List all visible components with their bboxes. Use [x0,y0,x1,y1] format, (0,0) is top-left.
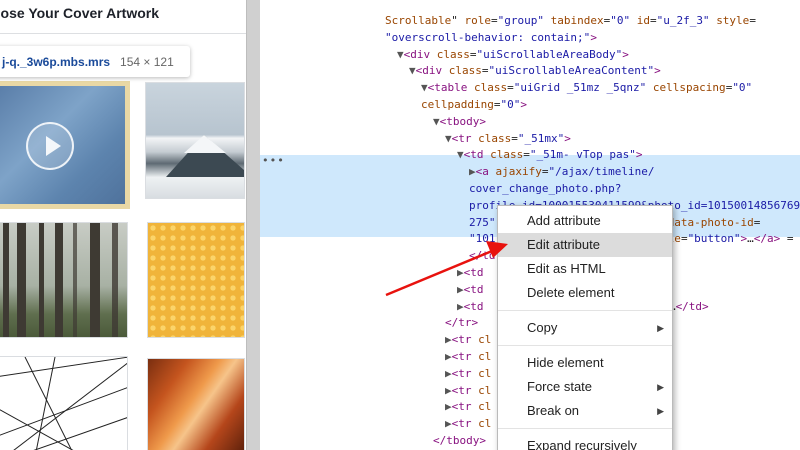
dom-node-line[interactable]: ▼<td class="_51m- vTop pas"> [457,147,642,163]
dom-node-line[interactable]: ▶<tr cl [445,416,491,432]
dom-node-line[interactable]: Scrollable" role="group" tabindex="0" id… [385,13,756,29]
dom-node-line[interactable]: ▼<table class="uiGrid _51mz _5qnz" cells… [421,80,752,96]
dom-node-line[interactable]: ▶<tr cl [445,349,491,365]
dom-node-line[interactable]: ▼<tr class="_51mx"> [445,131,571,147]
menu-separator [498,428,672,429]
submenu-arrow-icon: ▶ [657,406,664,416]
menu-item-hide-element[interactable]: Hide element [498,351,672,375]
cover-artwork-panel: oose Your Cover Artwork j-q._3w6p.mbs.mr… [0,0,246,450]
more-options-icon[interactable]: ••• [262,154,285,167]
dom-node-line[interactable]: cover_change_photo.php? [469,181,621,197]
menu-item-copy[interactable]: Copy ▶ [498,316,672,340]
dom-node-line[interactable]: "overscroll-behavior: contain;"> [385,30,597,46]
tooltip-filename: j-q._3w6p.mbs.mrs [2,54,111,69]
dom-node-line[interactable]: ▶<a ajaxify="/ajax/timeline/ [469,164,654,180]
panel-divider[interactable] [246,0,260,450]
menu-item-delete-element[interactable]: Delete element [498,281,672,305]
dom-node-line[interactable]: ▼<div class="uiScrollableAreaContent"> [409,63,661,79]
menu-item-break-on[interactable]: Break on ▶ [498,399,672,423]
submenu-arrow-icon: ▶ [657,323,664,333]
context-menu: Add attribute Edit attribute Edit as HTML D… [497,205,673,450]
panel-title: oose Your Cover Artwork [0,5,160,21]
header-divider [0,33,246,34]
dom-node-line[interactable]: ▶<tr cl [445,332,491,348]
dom-node-line[interactable]: ▼<tbody> [433,114,486,130]
menu-item-expand-recursively[interactable]: Expand recursively [498,434,672,450]
dom-node-line[interactable]: ▶<tr cl [445,366,491,382]
video-thumbnail-tile[interactable] [0,81,130,209]
line-art-thumbnail-tile[interactable] [0,356,128,450]
menu-item-add-attribute[interactable]: Add attribute [498,209,672,233]
menu-separator [498,345,672,346]
submenu-arrow-icon: ▶ [657,382,664,392]
forest-thumbnail-tile[interactable] [0,222,128,338]
dom-node-line[interactable]: </tbody> [433,433,486,449]
menu-item-force-state[interactable]: Force state ▶ [498,375,672,399]
tooltip-dimensions: 154 × 121 [120,54,174,69]
menu-separator [498,310,672,311]
dom-node-line[interactable]: </tr> [445,315,478,331]
mountain-thumbnail-tile[interactable] [145,82,245,199]
menu-item-edit-attribute[interactable]: Edit attribute [498,233,672,257]
element-tooltip: j-q._3w6p.mbs.mrs 154 × 121 [0,46,190,77]
honey-pattern-thumbnail-tile[interactable] [147,222,245,338]
menu-item-edit-as-html[interactable]: Edit as HTML [498,257,672,281]
play-icon[interactable] [26,122,74,170]
dom-node-line[interactable]: </td [469,248,496,264]
dom-node-line[interactable]: ▶<tr cl [445,383,491,399]
dom-node-line[interactable]: cellpadding="0"> [421,97,527,113]
dom-node-line[interactable]: ▼<div class="uiScrollableAreaBody"> [397,47,629,63]
dom-node-line[interactable]: ▶<tr cl [445,399,491,415]
canyon-thumbnail-tile[interactable] [147,358,245,450]
